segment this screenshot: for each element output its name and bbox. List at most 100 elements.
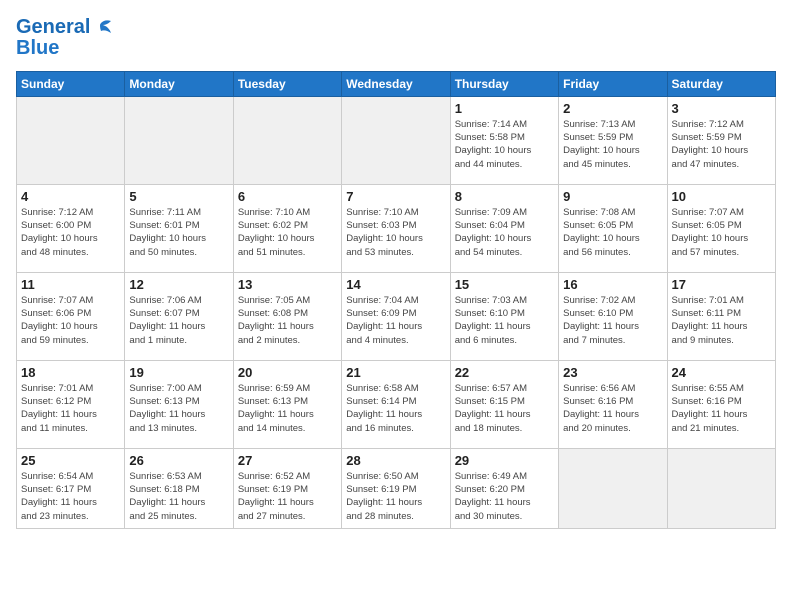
day-info: Sunrise: 7:12 AM Sunset: 6:00 PM Dayligh… — [21, 206, 120, 259]
day-header-thursday: Thursday — [450, 71, 558, 96]
day-info: Sunrise: 7:05 AM Sunset: 6:08 PM Dayligh… — [238, 294, 337, 347]
logo-text: General — [16, 16, 114, 39]
day-number: 8 — [455, 189, 554, 204]
days-header-row: SundayMondayTuesdayWednesdayThursdayFrid… — [17, 71, 776, 96]
calendar-cell: 26 Sunrise: 6:53 AM Sunset: 6:18 PM Dayli… — [125, 448, 233, 528]
day-info: Sunrise: 7:14 AM Sunset: 5:58 PM Dayligh… — [455, 118, 554, 171]
day-info: Sunrise: 7:00 AM Sunset: 6:13 PM Dayligh… — [129, 382, 228, 435]
calendar-cell: 4 Sunrise: 7:12 AM Sunset: 6:00 PM Daylig… — [17, 184, 125, 272]
day-number: 2 — [563, 101, 662, 116]
day-info: Sunrise: 7:12 AM Sunset: 5:59 PM Dayligh… — [672, 118, 771, 171]
day-info: Sunrise: 7:13 AM Sunset: 5:59 PM Dayligh… — [563, 118, 662, 171]
calendar-cell: 24 Sunrise: 6:55 AM Sunset: 6:16 PM Dayli… — [667, 360, 775, 448]
day-info: Sunrise: 7:07 AM Sunset: 6:06 PM Dayligh… — [21, 294, 120, 347]
calendar-cell: 17 Sunrise: 7:01 AM Sunset: 6:11 PM Dayli… — [667, 272, 775, 360]
calendar-cell: 8 Sunrise: 7:09 AM Sunset: 6:04 PM Daylig… — [450, 184, 558, 272]
day-number: 13 — [238, 277, 337, 292]
logo-bird-icon — [91, 17, 113, 39]
calendar-cell: 15 Sunrise: 7:03 AM Sunset: 6:10 PM Dayli… — [450, 272, 558, 360]
day-number: 4 — [21, 189, 120, 204]
day-info: Sunrise: 6:57 AM Sunset: 6:15 PM Dayligh… — [455, 382, 554, 435]
calendar-cell: 29 Sunrise: 6:49 AM Sunset: 6:20 PM Dayli… — [450, 448, 558, 528]
calendar-cell — [342, 96, 450, 184]
calendar-cell: 6 Sunrise: 7:10 AM Sunset: 6:02 PM Daylig… — [233, 184, 341, 272]
page-header: General Blue — [16, 16, 776, 59]
day-number: 26 — [129, 453, 228, 468]
logo-general: General — [16, 16, 90, 38]
week-row-1: 1 Sunrise: 7:14 AM Sunset: 5:58 PM Daylig… — [17, 96, 776, 184]
day-info: Sunrise: 7:02 AM Sunset: 6:10 PM Dayligh… — [563, 294, 662, 347]
calendar-cell: 20 Sunrise: 6:59 AM Sunset: 6:13 PM Dayli… — [233, 360, 341, 448]
calendar-cell: 5Sunrise: 7:11 AM Sunset: 6:01 PM Daylig… — [125, 184, 233, 272]
day-info: Sunrise: 6:49 AM Sunset: 6:20 PM Dayligh… — [455, 470, 554, 523]
week-row-2: 4 Sunrise: 7:12 AM Sunset: 6:00 PM Daylig… — [17, 184, 776, 272]
day-number: 29 — [455, 453, 554, 468]
day-number: 1 — [455, 101, 554, 116]
calendar-cell — [17, 96, 125, 184]
calendar-cell: 3 Sunrise: 7:12 AM Sunset: 5:59 PM Daylig… — [667, 96, 775, 184]
day-header-tuesday: Tuesday — [233, 71, 341, 96]
day-info: Sunrise: 7:08 AM Sunset: 6:05 PM Dayligh… — [563, 206, 662, 259]
calendar-cell: 2 Sunrise: 7:13 AM Sunset: 5:59 PM Daylig… — [559, 96, 667, 184]
day-info: Sunrise: 7:03 AM Sunset: 6:10 PM Dayligh… — [455, 294, 554, 347]
calendar-cell — [233, 96, 341, 184]
calendar-cell: 16 Sunrise: 7:02 AM Sunset: 6:10 PM Dayli… — [559, 272, 667, 360]
day-info: Sunrise: 6:52 AM Sunset: 6:19 PM Dayligh… — [238, 470, 337, 523]
logo-blue: Blue — [16, 37, 114, 59]
calendar-cell: 18 Sunrise: 7:01 AM Sunset: 6:12 PM Dayli… — [17, 360, 125, 448]
day-info: Sunrise: 6:56 AM Sunset: 6:16 PM Dayligh… — [563, 382, 662, 435]
day-number: 18 — [21, 365, 120, 380]
day-info: Sunrise: 6:54 AM Sunset: 6:17 PM Dayligh… — [21, 470, 120, 523]
day-number: 3 — [672, 101, 771, 116]
day-number: 12 — [129, 277, 228, 292]
day-number: 16 — [563, 277, 662, 292]
day-info: Sunrise: 6:50 AM Sunset: 6:19 PM Dayligh… — [346, 470, 445, 523]
day-info: Sunrise: 6:59 AM Sunset: 6:13 PM Dayligh… — [238, 382, 337, 435]
calendar-cell: 11 Sunrise: 7:07 AM Sunset: 6:06 PM Dayli… — [17, 272, 125, 360]
day-number: 22 — [455, 365, 554, 380]
day-number: 17 — [672, 277, 771, 292]
week-row-3: 11 Sunrise: 7:07 AM Sunset: 6:06 PM Dayli… — [17, 272, 776, 360]
day-info: Sunrise: 6:53 AM Sunset: 6:18 PM Dayligh… — [129, 470, 228, 523]
calendar-cell: 1 Sunrise: 7:14 AM Sunset: 5:58 PM Daylig… — [450, 96, 558, 184]
day-number: 23 — [563, 365, 662, 380]
calendar-cell — [125, 96, 233, 184]
day-number: 20 — [238, 365, 337, 380]
week-row-5: 25 Sunrise: 6:54 AM Sunset: 6:17 PM Dayli… — [17, 448, 776, 528]
calendar-cell: 9Sunrise: 7:08 AM Sunset: 6:05 PM Daylig… — [559, 184, 667, 272]
calendar-cell: 10Sunrise: 7:07 AM Sunset: 6:05 PM Dayli… — [667, 184, 775, 272]
day-number: 6 — [238, 189, 337, 204]
day-number: 21 — [346, 365, 445, 380]
day-info: Sunrise: 7:11 AM Sunset: 6:01 PM Dayligh… — [129, 206, 228, 259]
calendar-cell: 25 Sunrise: 6:54 AM Sunset: 6:17 PM Dayli… — [17, 448, 125, 528]
calendar-cell — [559, 448, 667, 528]
calendar-cell: 7Sunrise: 7:10 AM Sunset: 6:03 PM Daylig… — [342, 184, 450, 272]
calendar-cell: 27Sunrise: 6:52 AM Sunset: 6:19 PM Dayli… — [233, 448, 341, 528]
day-info: Sunrise: 7:04 AM Sunset: 6:09 PM Dayligh… — [346, 294, 445, 347]
day-info: Sunrise: 7:01 AM Sunset: 6:11 PM Dayligh… — [672, 294, 771, 347]
day-number: 11 — [21, 277, 120, 292]
day-info: Sunrise: 7:01 AM Sunset: 6:12 PM Dayligh… — [21, 382, 120, 435]
week-row-4: 18 Sunrise: 7:01 AM Sunset: 6:12 PM Dayli… — [17, 360, 776, 448]
day-header-wednesday: Wednesday — [342, 71, 450, 96]
day-number: 10 — [672, 189, 771, 204]
day-info: Sunrise: 7:10 AM Sunset: 6:02 PM Dayligh… — [238, 206, 337, 259]
day-number: 15 — [455, 277, 554, 292]
day-header-friday: Friday — [559, 71, 667, 96]
day-number: 24 — [672, 365, 771, 380]
day-info: Sunrise: 7:09 AM Sunset: 6:04 PM Dayligh… — [455, 206, 554, 259]
calendar-cell: 12Sunrise: 7:06 AM Sunset: 6:07 PM Dayli… — [125, 272, 233, 360]
day-number: 14 — [346, 277, 445, 292]
calendar-cell: 19Sunrise: 7:00 AM Sunset: 6:13 PM Dayli… — [125, 360, 233, 448]
day-number: 25 — [21, 453, 120, 468]
day-header-saturday: Saturday — [667, 71, 775, 96]
day-header-monday: Monday — [125, 71, 233, 96]
day-info: Sunrise: 6:55 AM Sunset: 6:16 PM Dayligh… — [672, 382, 771, 435]
day-number: 7 — [346, 189, 445, 204]
calendar-cell: 13 Sunrise: 7:05 AM Sunset: 6:08 PM Dayli… — [233, 272, 341, 360]
calendar-cell: 28 Sunrise: 6:50 AM Sunset: 6:19 PM Dayli… — [342, 448, 450, 528]
calendar-cell — [667, 448, 775, 528]
day-number: 28 — [346, 453, 445, 468]
logo: General Blue — [16, 16, 114, 59]
calendar-cell: 22 Sunrise: 6:57 AM Sunset: 6:15 PM Dayli… — [450, 360, 558, 448]
